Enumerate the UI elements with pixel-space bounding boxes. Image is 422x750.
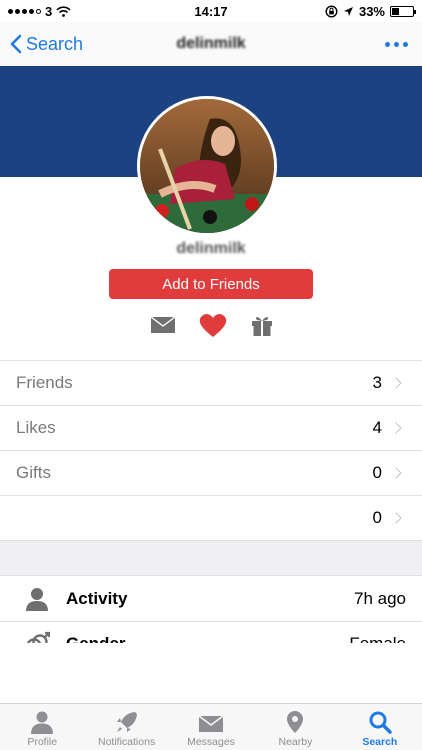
battery-percent: 33% xyxy=(358,3,385,19)
info-value: Female xyxy=(349,634,406,643)
profile-actions xyxy=(150,310,274,340)
system-indicators: 33% xyxy=(325,3,416,19)
envelope-icon xyxy=(198,715,224,732)
location-arrow-icon xyxy=(343,6,353,16)
stat-row-likes[interactable]: Likes 4 xyxy=(0,406,422,451)
section-separator xyxy=(0,540,422,576)
stat-row-gifts[interactable]: Gifts 0 xyxy=(0,451,422,496)
add-to-friends-button[interactable]: Add to Friends xyxy=(109,269,313,299)
gender-icon xyxy=(22,629,52,643)
tab-bar: Profile Notifications Messages Nearby Se… xyxy=(0,703,422,750)
profile-username: delinmilk xyxy=(176,240,246,257)
location-pin-icon xyxy=(287,711,304,733)
wifi-icon xyxy=(56,5,71,17)
stat-label: Friends xyxy=(16,373,73,392)
info-label: Activity xyxy=(66,589,128,608)
tab-notifications[interactable]: Notifications xyxy=(84,704,168,750)
rocket-icon xyxy=(116,712,137,732)
tab-profile[interactable]: Profile xyxy=(0,704,84,750)
more-icon xyxy=(385,41,390,47)
chevron-right-icon xyxy=(390,512,402,524)
carrier-group: 3 xyxy=(8,4,71,19)
back-button[interactable]: Search xyxy=(10,34,83,55)
info-row-activity: Activity 7h ago xyxy=(0,577,422,622)
more-button[interactable] xyxy=(381,34,412,55)
nav-bar: Search delinmilk xyxy=(0,22,422,66)
heart-icon[interactable] xyxy=(198,312,228,338)
search-icon xyxy=(369,711,392,734)
person-icon xyxy=(31,711,54,734)
tab-label: Nearby xyxy=(278,736,313,748)
tab-label: Notifications xyxy=(98,736,156,748)
chevron-right-icon xyxy=(390,467,402,479)
chevron-right-icon xyxy=(390,422,402,434)
gift-icon[interactable] xyxy=(250,313,274,337)
battery-icon xyxy=(390,5,416,17)
tab-label: Profile xyxy=(27,736,58,748)
stat-value: 0 xyxy=(372,463,382,482)
info-list: Activity 7h ago Gender Female xyxy=(0,577,422,643)
chevron-left-icon xyxy=(10,34,22,54)
tab-label: Search xyxy=(362,736,398,748)
chevron-right-icon xyxy=(390,377,402,389)
rotation-lock-icon xyxy=(325,4,338,18)
info-value: 7h ago xyxy=(354,589,406,608)
stat-row-friends[interactable]: Friends 3 xyxy=(0,361,422,406)
stat-value: 4 xyxy=(372,418,382,437)
tab-label: Messages xyxy=(187,736,235,748)
stat-label: Likes xyxy=(16,418,56,437)
back-label: Search xyxy=(26,33,84,54)
tab-nearby[interactable]: Nearby xyxy=(253,704,337,750)
person-icon xyxy=(22,584,52,614)
mail-icon[interactable] xyxy=(150,316,176,334)
stat-value: 0 xyxy=(372,508,382,527)
info-row-gender: Gender Female xyxy=(0,622,422,643)
stat-label: Gifts xyxy=(16,463,51,482)
tab-messages[interactable]: Messages xyxy=(169,704,253,750)
carrier-label: 3 xyxy=(45,3,53,19)
tab-search[interactable]: Search xyxy=(338,704,422,750)
stats-list: Friends 3 Likes 4 Gifts 0 0 xyxy=(0,360,422,541)
stat-value: 3 xyxy=(372,373,382,392)
info-label: Gender xyxy=(66,634,349,643)
stat-row-unlabeled[interactable]: 0 xyxy=(0,496,422,541)
status-bar: 3 14:17 33% xyxy=(0,0,422,22)
avatar-photo xyxy=(140,99,274,233)
avatar[interactable] xyxy=(137,96,277,236)
signal-icon xyxy=(8,8,41,14)
